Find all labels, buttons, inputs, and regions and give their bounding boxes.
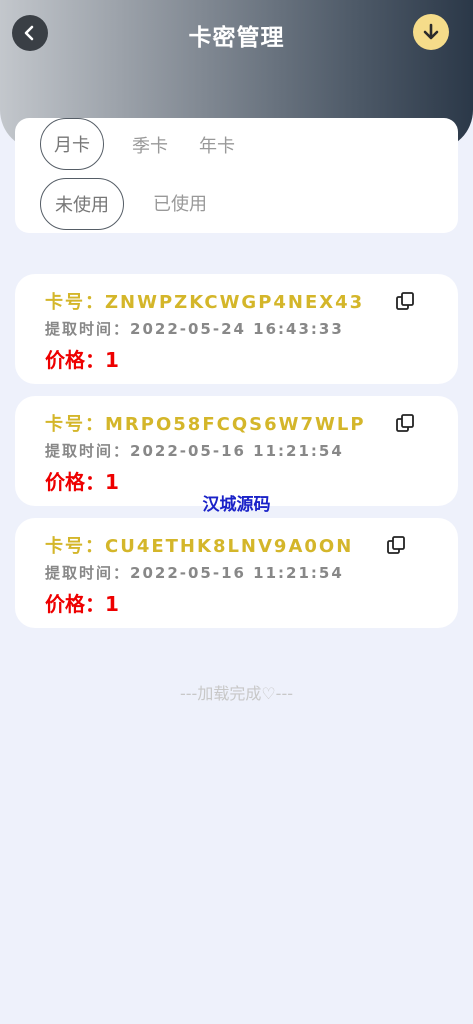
card-number-label: 卡号： [45,414,105,435]
card-item: 卡号：CU4ETHK8LNV9A0ON 提取时间：2022-05-16 11:2… [15,518,458,628]
price-value: 1 [105,592,119,616]
extract-time-label: 提取时间： [45,442,131,460]
page-title: 卡密管理 [188,25,285,51]
extract-time: 2022-05-24 16:43:33 [130,320,344,338]
load-complete-text: ---加载完成♡--- [180,684,293,703]
arrow-down-circle-icon [423,23,439,40]
price-value: 1 [105,348,119,372]
tab-unused[interactable]: 未使用 [40,178,124,230]
filter-panel: 月卡 季卡 年卡 未使用 已使用 [15,118,458,233]
extract-time-label: 提取时间： [45,320,131,338]
price-label: 价格： [45,348,105,372]
tab-monthly-card[interactable]: 月卡 [40,118,104,170]
watermark-text: 汉城源码 [202,495,271,515]
extract-time-label: 提取时间： [45,564,131,582]
card-number: ZNWPZKCWGP4NEX43 [105,292,365,313]
card-number-label: 卡号： [45,292,105,313]
card-number-label: 卡号： [45,536,105,557]
card-number: MRPO58FCQS6W7WLP [105,414,366,435]
card-number: CU4ETHK8LNV9A0ON [105,536,354,557]
tab-yearly-card[interactable]: 年卡 [192,132,242,158]
tab-quarterly-card[interactable]: 季卡 [125,132,175,158]
card-item: 卡号：ZNWPZKCWGP4NEX43 提取时间：2022-05-24 16:4… [15,274,458,384]
copy-icon[interactable] [395,413,415,433]
copy-icon[interactable] [386,535,406,555]
price-label: 价格： [45,592,105,616]
extract-time: 2022-05-16 11:21:54 [130,442,344,460]
tab-used[interactable]: 已使用 [143,190,217,216]
copy-icon[interactable] [395,291,415,311]
extract-time: 2022-05-16 11:21:54 [130,564,344,582]
download-button[interactable] [413,14,449,50]
